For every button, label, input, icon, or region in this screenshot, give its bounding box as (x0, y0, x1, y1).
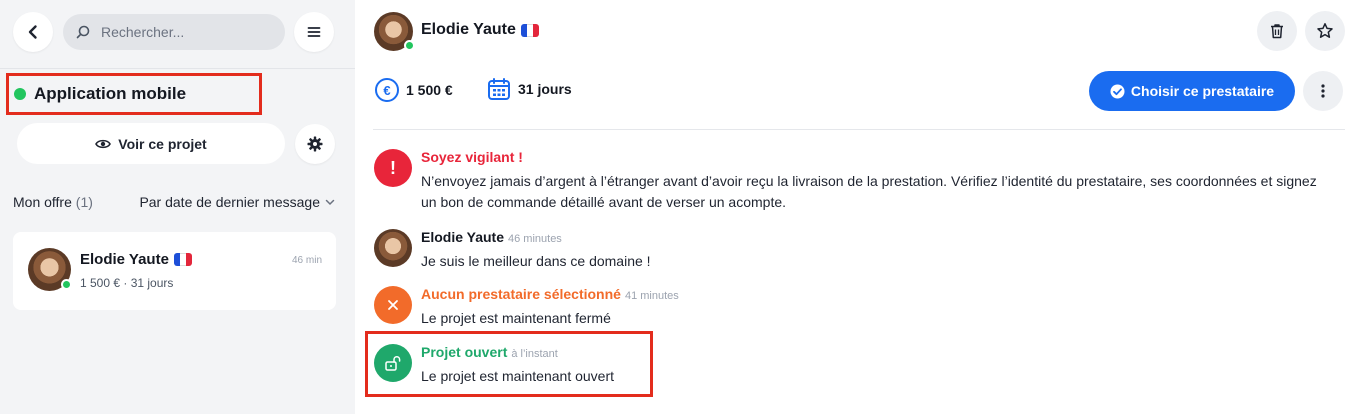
offer-card-meta: 1 500 € · 31 jours (80, 276, 174, 290)
menu-icon (307, 27, 321, 37)
trash-icon (1271, 24, 1283, 39)
euro-icon: € (375, 78, 399, 102)
project-opened-event: Projet ouvert à l’instant Le projet est m… (374, 344, 974, 384)
online-status-dot (404, 40, 415, 51)
opened-event-title: Projet ouvert (421, 344, 508, 360)
search-icon (76, 25, 90, 39)
sort-dropdown[interactable]: Par date de dernier message (139, 194, 335, 210)
offer-card-time: 46 min (291, 255, 322, 266)
project-closed-event: Aucun prestataire sélectionné 41 minutes … (374, 286, 974, 326)
search-input[interactable] (101, 24, 271, 40)
flag-fr-icon (520, 23, 539, 37)
header-divider (373, 129, 1345, 130)
message-body: Je suis le meilleur dans ce domaine ! (421, 253, 651, 269)
settings-button[interactable] (295, 124, 335, 164)
choose-provider-button[interactable]: Choisir ce prestataire (1089, 71, 1295, 111)
more-vertical-icon (1321, 84, 1325, 98)
message-author: Elodie Yaute (421, 229, 504, 245)
message-header: Elodie Yaute 46 minutes (421, 229, 562, 245)
eye-icon (95, 138, 112, 150)
calendar-icon (487, 77, 511, 101)
sort-label: Par date de dernier message (139, 194, 320, 210)
sidebar: Application mobile Voir ce projet M (0, 0, 355, 414)
duration-summary: 31 jours (487, 77, 572, 101)
offers-count: (1) (75, 194, 93, 210)
closed-event-body: Le projet est maintenant fermé (421, 310, 611, 326)
message-time: 46 minutes (508, 233, 562, 245)
project-title-text: Application mobile (34, 84, 187, 103)
offers-title: Mon offre (1) (13, 194, 93, 210)
opened-event-time: à l’instant (511, 348, 558, 360)
offer-card-name-text: Elodie Yaute (80, 251, 169, 268)
more-actions-button[interactable] (1303, 71, 1343, 111)
closed-event-header: Aucun prestataire sélectionné 41 minutes (421, 286, 679, 302)
avatar (28, 248, 72, 291)
provider-name-text: Elodie Yaute (421, 21, 516, 38)
offer-card-name: Elodie Yaute (80, 251, 192, 268)
online-status-dot (61, 279, 72, 290)
back-button[interactable] (13, 12, 53, 52)
exclamation-icon: ! (374, 149, 412, 187)
closed-event-title: Aucun prestataire sélectionné (421, 286, 621, 302)
closed-event-time: 41 minutes (624, 290, 679, 302)
check-circle-icon (1110, 84, 1125, 99)
project-title: Application mobile (6, 73, 262, 115)
gear-icon (307, 136, 323, 152)
close-icon (374, 286, 412, 324)
unlock-icon (374, 344, 412, 382)
message-avatar (374, 229, 412, 267)
conversation-panel: Elodie Yaute € 1 500 € 31 jours Choisir … (355, 0, 1366, 414)
opened-event-body: Le projet est maintenant ouvert (421, 368, 615, 384)
provider-name: Elodie Yaute (421, 21, 539, 39)
warning-title: Soyez vigilant ! (421, 149, 523, 165)
offers-header: Mon offre (1) Par date de dernier messag… (13, 194, 335, 210)
back-icon (28, 25, 37, 39)
choose-provider-label: Choisir ce prestataire (1130, 83, 1275, 99)
offer-card[interactable]: Elodie Yaute 46 min 1 500 € · 31 jours (13, 232, 336, 310)
chat-message: Elodie Yaute 46 minutes Je suis le meille… (374, 229, 974, 269)
favorite-button[interactable] (1305, 11, 1345, 51)
menu-button[interactable] (294, 12, 334, 52)
project-status-dot (14, 88, 26, 100)
star-icon (1317, 23, 1333, 38)
chevron-down-icon (325, 197, 335, 207)
flag-fr-icon (173, 253, 192, 266)
warning-body: N’envoyez jamais d’argent à l’étranger a… (421, 173, 1317, 210)
price-summary: € 1 500 € (375, 78, 453, 102)
view-project-button[interactable]: Voir ce projet (17, 123, 285, 164)
duration-value: 31 jours (518, 81, 572, 97)
sidebar-divider (0, 68, 355, 69)
view-project-label: Voir ce projet (118, 135, 207, 152)
offers-label: Mon offre (13, 194, 72, 210)
delete-button[interactable] (1257, 11, 1297, 51)
opened-event-header: Projet ouvert à l’instant (421, 344, 558, 360)
search-bar[interactable] (63, 14, 285, 50)
price-value: 1 500 € (406, 82, 453, 98)
warning-message: ! Soyez vigilant ! N’envoyez jamais d’ar… (374, 149, 1334, 211)
header-avatar[interactable] (374, 12, 415, 51)
